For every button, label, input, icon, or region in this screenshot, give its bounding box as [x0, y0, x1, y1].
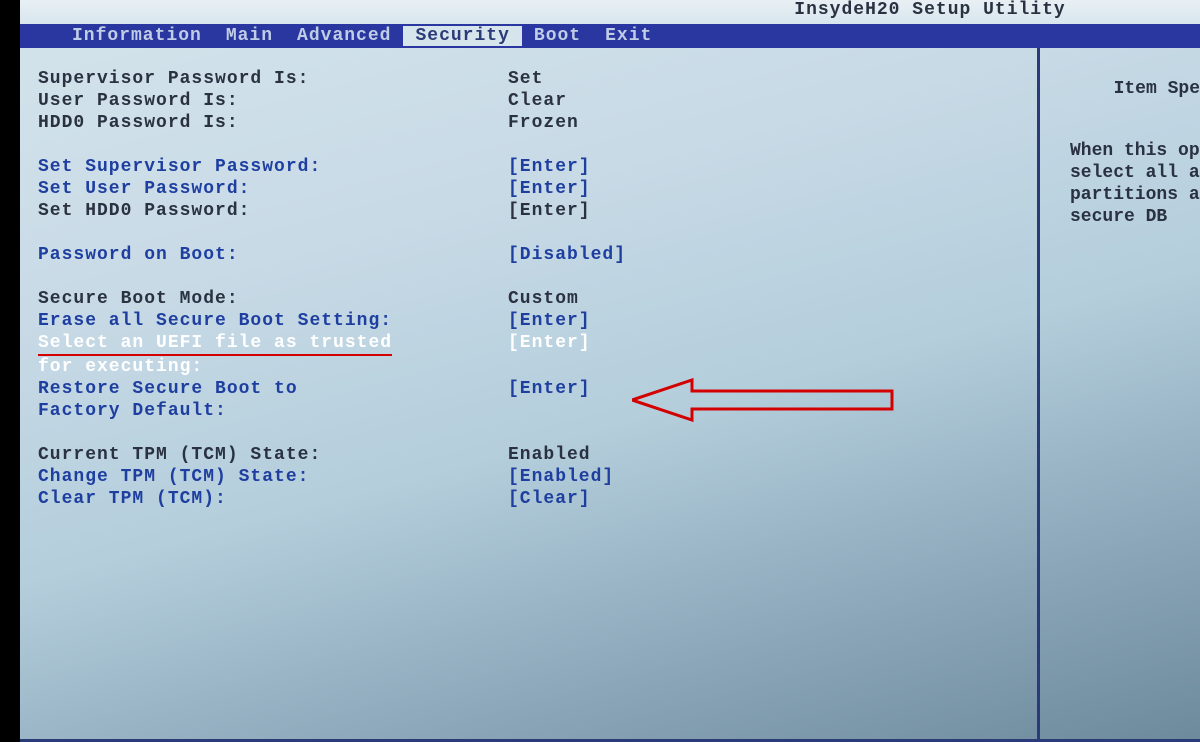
setting-label: Change TPM (TCM) State: [38, 466, 508, 488]
setting-row: HDD0 Password Is:Frozen [38, 112, 1037, 134]
menu-tab-exit[interactable]: Exit [593, 26, 664, 46]
setting-label: Secure Boot Mode: [38, 288, 508, 310]
setting-label: Factory Default: [38, 400, 508, 422]
setting-value[interactable]: [Clear] [508, 488, 1037, 510]
setting-value[interactable]: [Enter] [508, 310, 1037, 332]
help-line: partitions a [1070, 184, 1200, 206]
setting-row[interactable]: Set HDD0 Password:[Enter] [38, 200, 1037, 222]
setting-label: Set Supervisor Password: [38, 156, 508, 178]
setting-row[interactable]: Restore Secure Boot to[Enter] [38, 378, 1037, 400]
setting-value[interactable]: [Enabled] [508, 466, 1037, 488]
help-line: When this op [1070, 140, 1200, 162]
setting-row[interactable]: Set User Password:[Enter] [38, 178, 1037, 200]
main-panel: Supervisor Password Is:SetUser Password … [20, 48, 1040, 742]
help-panel: Item Spe When this op select all a parti… [1040, 48, 1200, 742]
setting-value: Set [508, 68, 1037, 90]
setting-label: Current TPM (TCM) State: [38, 444, 508, 466]
setting-label: HDD0 Password Is: [38, 112, 508, 134]
setting-value[interactable]: [Disabled] [508, 244, 1037, 266]
setting-row[interactable]: Erase all Secure Boot Setting:[Enter] [38, 310, 1037, 332]
menu-tab-advanced[interactable]: Advanced [285, 26, 403, 46]
setting-value: Clear [508, 90, 1037, 112]
setting-label: for executing: [38, 356, 508, 378]
setting-label: Restore Secure Boot to [38, 378, 508, 400]
setting-value[interactable] [508, 356, 1037, 378]
setting-label: Password on Boot: [38, 244, 508, 266]
menu-tab-main[interactable]: Main [214, 26, 285, 46]
setting-row: Current TPM (TCM) State:Enabled [38, 444, 1037, 466]
setting-label: Select an UEFI file as trusted [38, 332, 508, 356]
setting-value: Frozen [508, 112, 1037, 134]
setting-row[interactable]: Password on Boot:[Disabled] [38, 244, 1037, 266]
setting-value[interactable]: [Enter] [508, 156, 1037, 178]
utility-title: InsydeH20 Setup Utility [20, 0, 1200, 24]
setting-row[interactable]: Clear TPM (TCM):[Clear] [38, 488, 1037, 510]
menu-tab-boot[interactable]: Boot [522, 26, 593, 46]
setting-value[interactable] [508, 400, 1037, 422]
setting-row[interactable]: Select an UEFI file as trusted[Enter] [38, 332, 1037, 356]
setting-value[interactable]: [Enter] [508, 332, 1037, 356]
menu-tab-information[interactable]: Information [60, 26, 214, 46]
setting-value[interactable]: Custom [508, 288, 1037, 310]
setting-row[interactable]: Set Supervisor Password:[Enter] [38, 156, 1037, 178]
setting-row[interactable]: Secure Boot Mode:Custom [38, 288, 1037, 310]
setting-label: Set HDD0 Password: [38, 200, 508, 222]
menu-bar: InformationMainAdvancedSecurityBootExit [20, 24, 1200, 48]
setting-label: Supervisor Password Is: [38, 68, 508, 90]
setting-value: Enabled [508, 444, 1037, 466]
setting-row[interactable]: for executing: [38, 356, 1037, 378]
setting-row[interactable]: Factory Default: [38, 400, 1037, 422]
spacer [38, 266, 1037, 288]
setting-value[interactable]: [Enter] [508, 178, 1037, 200]
setting-row: User Password Is:Clear [38, 90, 1037, 112]
help-title: Item Spe [1070, 78, 1200, 100]
spacer [38, 422, 1037, 444]
setting-label: Erase all Secure Boot Setting: [38, 310, 508, 332]
panels: Supervisor Password Is:SetUser Password … [20, 48, 1200, 742]
setting-value[interactable]: [Enter] [508, 200, 1037, 222]
setting-label: Set User Password: [38, 178, 508, 200]
help-line: select all a [1070, 162, 1200, 184]
bios-screen: InsydeH20 Setup Utility InformationMainA… [20, 0, 1200, 742]
spacer [38, 134, 1037, 156]
setting-value[interactable]: [Enter] [508, 378, 1037, 400]
setting-label: Clear TPM (TCM): [38, 488, 508, 510]
setting-label: User Password Is: [38, 90, 508, 112]
menu-tab-security[interactable]: Security [403, 26, 521, 46]
help-line: secure DB [1070, 206, 1200, 228]
setting-row[interactable]: Change TPM (TCM) State:[Enabled] [38, 466, 1037, 488]
spacer [38, 222, 1037, 244]
setting-row: Supervisor Password Is:Set [38, 68, 1037, 90]
